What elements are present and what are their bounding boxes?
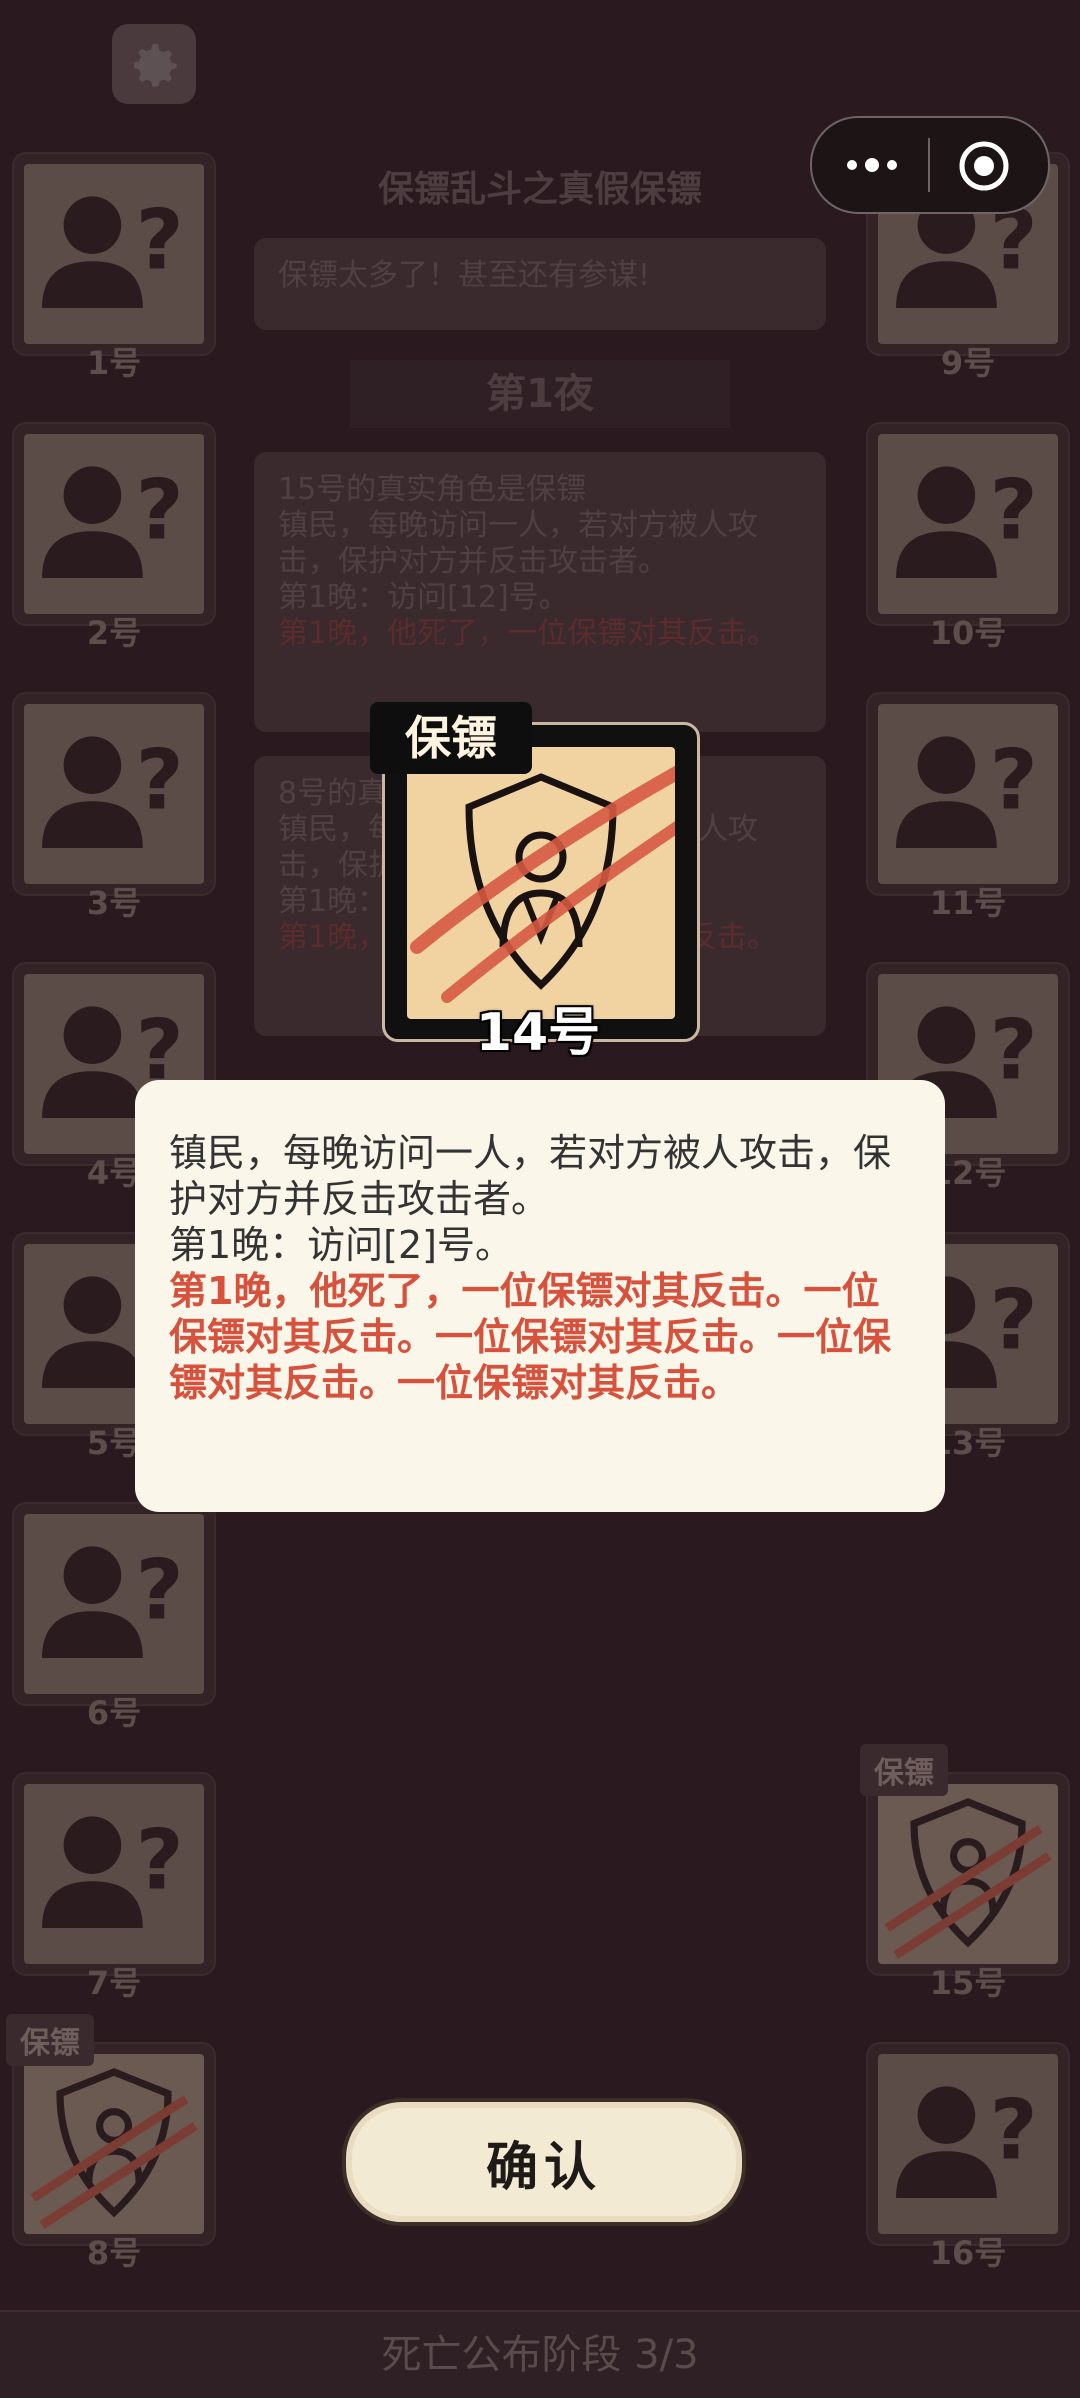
shield-person-icon <box>878 1784 1058 1964</box>
player-number: 16号 <box>929 2234 1007 2272</box>
unknown-person-icon: ? <box>878 2054 1058 2234</box>
miniprogram-capsule <box>810 116 1050 214</box>
more-dots-icon[interactable] <box>844 152 900 178</box>
unknown-person-icon: ? <box>878 704 1058 884</box>
player-number: 9号 <box>940 344 996 382</box>
role-description: 镇民，每晚访问一人，若对方被人攻击，保护对方并反击攻击者。 <box>169 1131 892 1221</box>
player-slot[interactable]: ? 6号 <box>12 1502 216 1732</box>
log-title: 15号的真实角色是保镖 <box>278 472 587 507</box>
svg-text:?: ? <box>990 731 1038 828</box>
svg-text:?: ? <box>990 1001 1038 1098</box>
role-tag: 保镖 <box>6 2014 94 2066</box>
player-slot[interactable]: ? 2号 <box>12 422 216 652</box>
unknown-person-icon: ? <box>24 164 204 344</box>
role-label: 保镖 <box>370 702 532 774</box>
svg-text:?: ? <box>990 461 1038 558</box>
role-visit-log: 第1晚：访问[2]号。 <box>169 1223 514 1267</box>
svg-text:?: ? <box>136 1541 184 1638</box>
unknown-person-icon: ? <box>24 1784 204 1964</box>
target-icon[interactable] <box>958 140 1010 192</box>
phase-label: 死亡公布阶段 3/3 <box>381 2332 699 2378</box>
player-number: 8号 <box>86 2234 142 2272</box>
player-slot[interactable]: ? 10号 <box>866 422 1070 652</box>
player-slot-dead[interactable]: 保镖 15号 <box>860 1744 1070 2002</box>
phase-bar: 死亡公布阶段 3/3 <box>0 2310 1080 2398</box>
settings-button[interactable] <box>112 24 196 104</box>
confirm-button[interactable]: 确认 <box>342 2098 746 2226</box>
player-number: 3号 <box>86 884 142 922</box>
player-slot[interactable]: ? 16号 <box>866 2042 1070 2272</box>
unknown-person-icon: ? <box>878 434 1058 614</box>
player-number: 6号 <box>86 1694 142 1732</box>
player-slot[interactable]: ? 11号 <box>866 692 1070 922</box>
player-number: 10号 <box>929 614 1007 652</box>
role-card-number: 14号 <box>475 1003 601 1063</box>
player-slot-dead[interactable]: 保镖 8号 <box>6 2014 216 2272</box>
shield-person-icon <box>407 747 675 1019</box>
player-slot[interactable]: ? 1号 <box>12 152 216 382</box>
player-number: 7号 <box>86 1964 142 2002</box>
player-slot[interactable]: ? 7号 <box>12 1772 216 2002</box>
svg-text:?: ? <box>136 731 184 828</box>
subtitle: 保镖太多了！甚至还有参谋! <box>278 258 651 293</box>
svg-text:?: ? <box>990 2081 1038 2178</box>
log-death: 第1晚，他死了，一位保镖对其反击。 <box>278 616 778 651</box>
svg-text:?: ? <box>990 1271 1038 1368</box>
capsule-divider <box>928 138 930 192</box>
log-entry: 15号的真实角色是保镖 镇民，每晚访问一人，若对方被人攻击，保护对方并反击攻击者… <box>254 452 826 732</box>
player-number: 11号 <box>929 884 1007 922</box>
player-slot[interactable]: ? 3号 <box>12 692 216 922</box>
unknown-person-icon: ? <box>24 434 204 614</box>
unknown-person-icon: ? <box>24 1514 204 1694</box>
player-number: 2号 <box>86 614 142 652</box>
subtitle-box: 保镖太多了！甚至还有参谋! <box>254 238 826 330</box>
svg-text:?: ? <box>136 1811 184 1908</box>
role-tag: 保镖 <box>860 1744 948 1796</box>
gear-icon <box>134 44 177 87</box>
unknown-person-icon: ? <box>24 704 204 884</box>
log-visit: 第1晚：访问[12]号。 <box>278 580 569 615</box>
role-info-dialog: 镇民，每晚访问一人，若对方被人攻击，保护对方并反击攻击者。 第1晚：访问[2]号… <box>135 1080 945 1512</box>
svg-text:?: ? <box>136 191 184 288</box>
svg-text:?: ? <box>136 461 184 558</box>
shield-person-icon <box>24 2054 204 2234</box>
player-number: 15号 <box>929 1964 1007 2002</box>
night-label: 第1夜 <box>350 360 730 428</box>
player-number: 1号 <box>86 344 142 382</box>
role-death-log: 第1晚，他死了，一位保镖对其反击。一位保镖对其反击。一位保镖对其反击。一位保镖对… <box>169 1269 892 1405</box>
log-desc: 镇民，每晚访问一人，若对方被人攻击，保护对方并反击攻击者。 <box>278 508 758 579</box>
game-title: 保镖乱斗之真假保镖 <box>377 169 702 210</box>
